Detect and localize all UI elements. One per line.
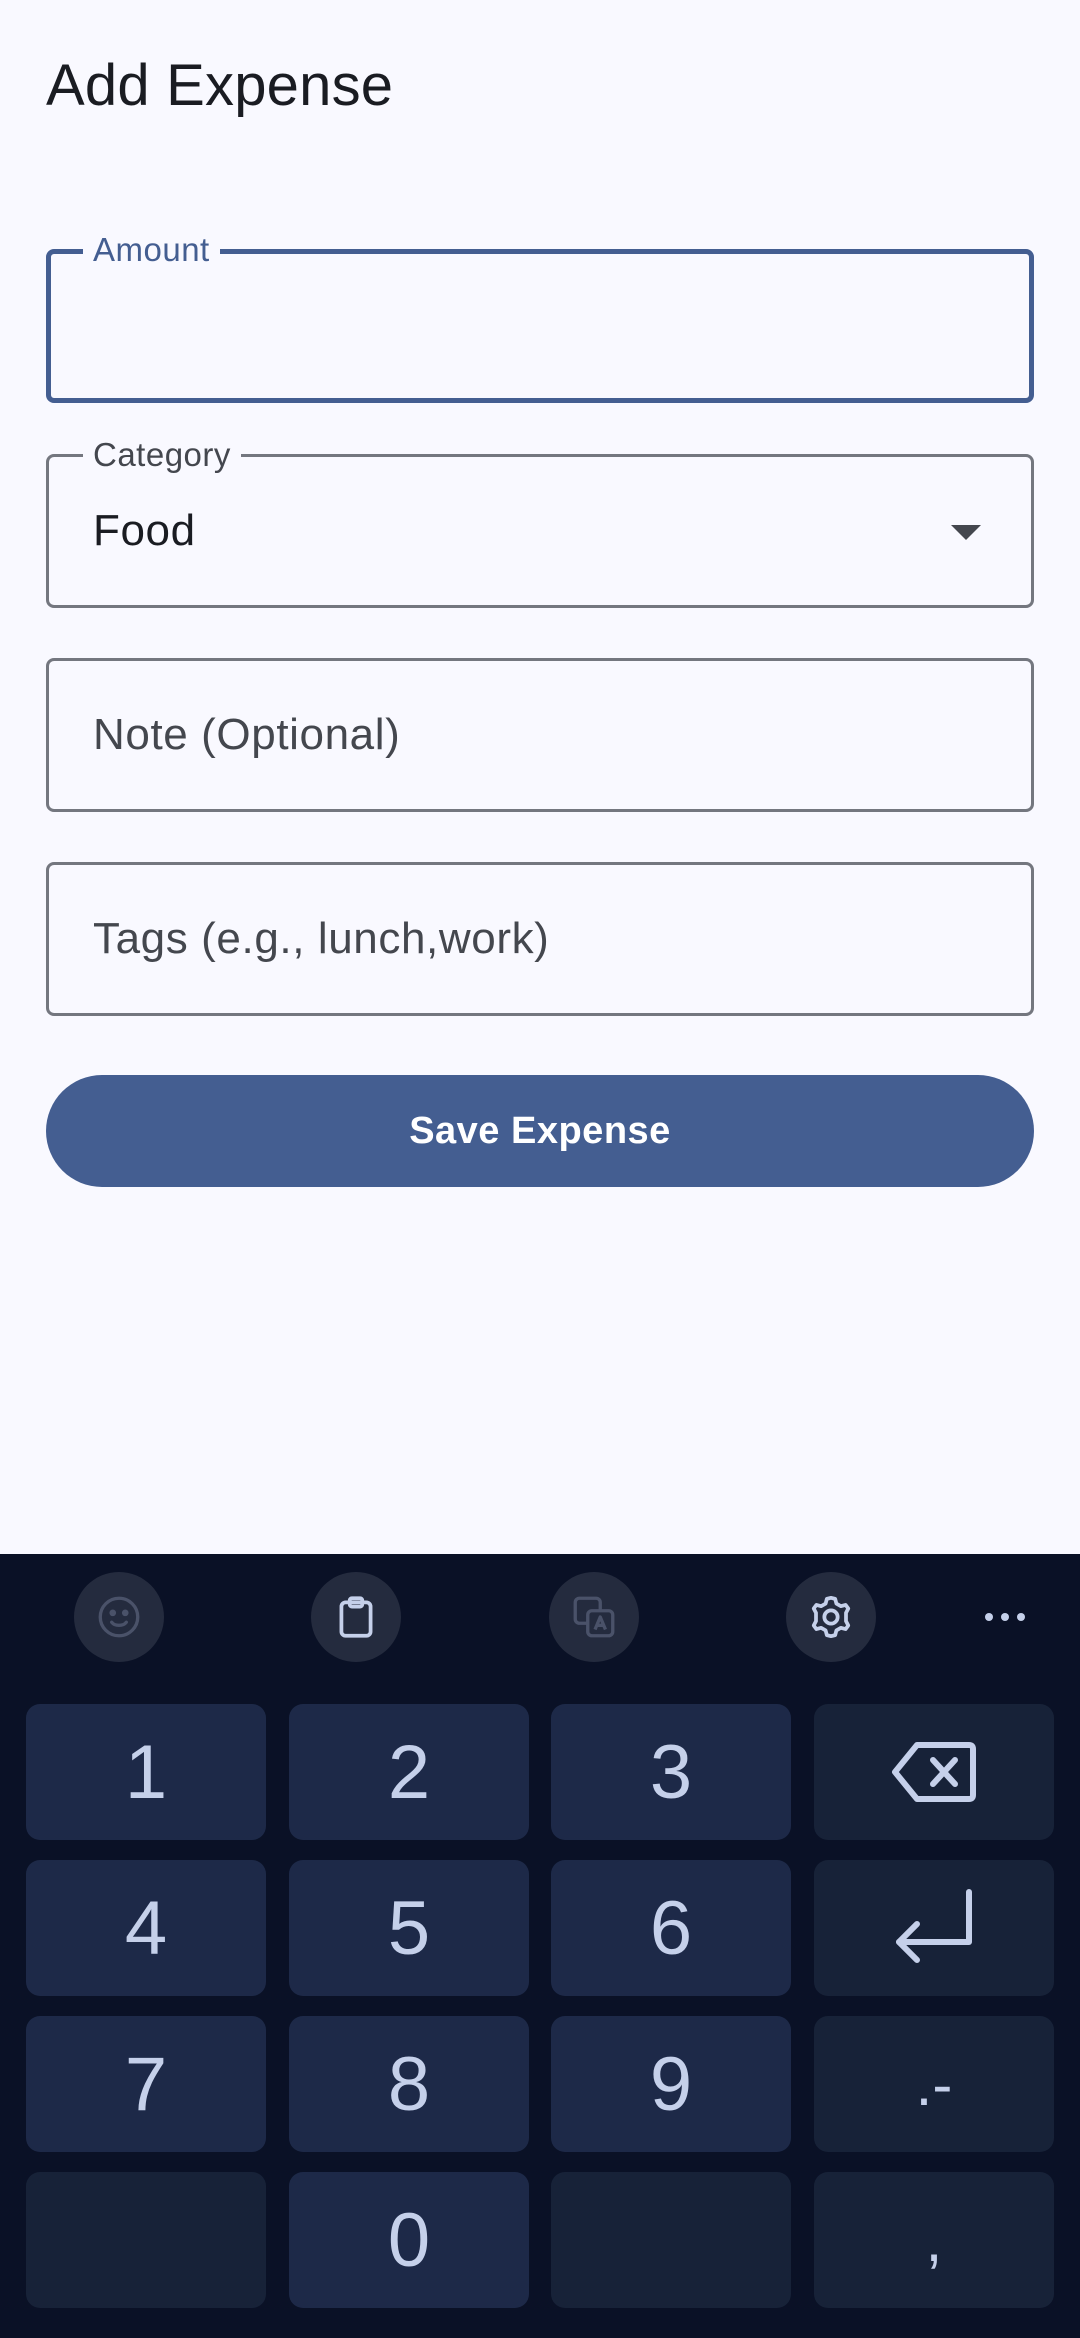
- dropdown-arrow-icon[interactable]: [951, 525, 981, 540]
- empty-key-left[interactable]: [26, 2172, 266, 2308]
- page-title: Add Expense: [46, 53, 394, 118]
- emoji-icon[interactable]: [74, 1572, 164, 1662]
- empty-key-right[interactable]: [551, 2172, 791, 2308]
- tags-field[interactable]: Tags (e.g., lunch,work): [46, 862, 1034, 1016]
- category-dropdown[interactable]: Category Food: [46, 435, 1034, 608]
- key-5[interactable]: 5: [289, 1860, 529, 1996]
- key-1[interactable]: 1: [26, 1704, 266, 1840]
- amount-label: Amount: [83, 230, 220, 270]
- key-2[interactable]: 2: [289, 1704, 529, 1840]
- key-8[interactable]: 8: [289, 2016, 529, 2152]
- translate-icon[interactable]: [549, 1572, 639, 1662]
- key-4[interactable]: 4: [26, 1860, 266, 1996]
- backspace-icon: [891, 1741, 977, 1803]
- save-expense-button[interactable]: Save Expense: [46, 1075, 1034, 1187]
- gear-icon[interactable]: [786, 1572, 876, 1662]
- dot-dash-key[interactable]: .-: [814, 2016, 1054, 2152]
- category-value: Food: [93, 506, 196, 555]
- key-3[interactable]: 3: [551, 1704, 791, 1840]
- more-icon[interactable]: [960, 1572, 1050, 1662]
- enter-key[interactable]: [814, 1860, 1054, 1996]
- enter-icon: [891, 1888, 977, 1968]
- key-7[interactable]: 7: [26, 2016, 266, 2152]
- key-0[interactable]: 0: [289, 2172, 529, 2308]
- amount-field[interactable]: Amount: [46, 230, 1034, 403]
- comma-key[interactable]: ,: [814, 2172, 1054, 2308]
- clipboard-icon[interactable]: [311, 1572, 401, 1662]
- note-placeholder: Note (Optional): [93, 710, 401, 759]
- category-label: Category: [83, 435, 241, 475]
- key-6[interactable]: 6: [551, 1860, 791, 1996]
- note-field[interactable]: Note (Optional): [46, 658, 1034, 812]
- tags-placeholder: Tags (e.g., lunch,work): [93, 914, 550, 963]
- backspace-key[interactable]: [814, 1704, 1054, 1840]
- key-9[interactable]: 9: [551, 2016, 791, 2152]
- numeric-keyboard: 1 2 3 4 5 6 7 8 9 .- 0 ,: [0, 1554, 1080, 2338]
